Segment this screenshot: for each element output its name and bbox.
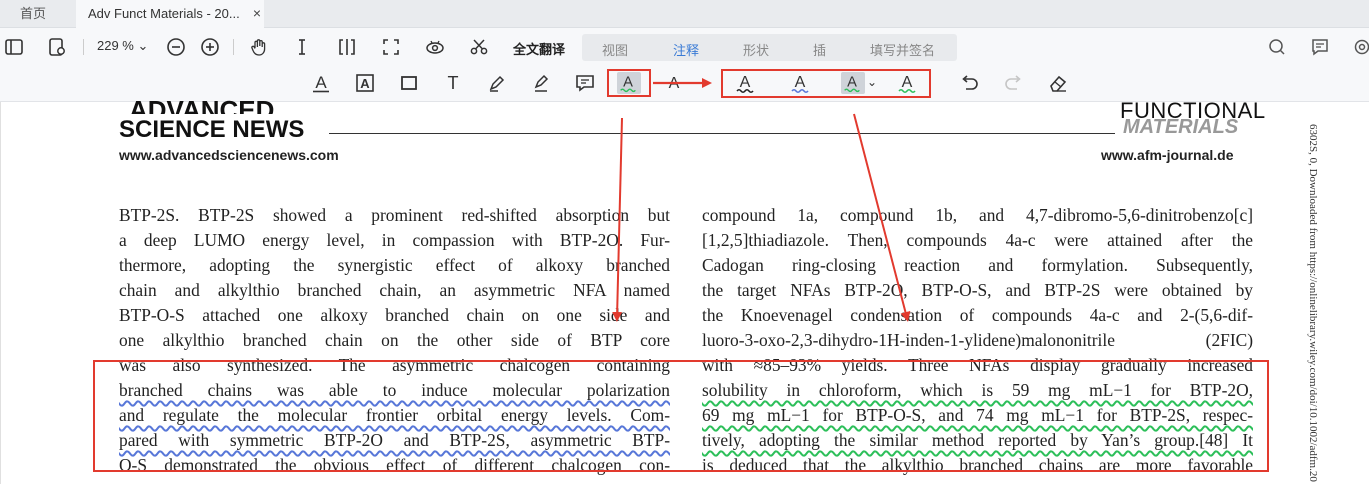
toolbar-divider xyxy=(83,39,84,55)
svg-text:T: T xyxy=(448,73,459,93)
tab-home[interactable]: 首页 xyxy=(0,0,76,28)
highlight-box-tool xyxy=(607,69,651,97)
note-icon[interactable] xyxy=(574,72,596,94)
pen-icon[interactable] xyxy=(486,72,508,94)
text-select-icon[interactable] xyxy=(292,37,312,57)
zoom-select[interactable]: 229 % ⌄ xyxy=(97,38,148,54)
eye-protect-icon[interactable] xyxy=(425,37,445,57)
tab-shape[interactable]: 形状 xyxy=(743,40,769,59)
mode-menu: 视图 注释 形状 插 填写并签名 xyxy=(582,34,957,61)
page-settings-icon[interactable] xyxy=(47,37,67,57)
tab-close-icon[interactable]: × xyxy=(250,0,264,28)
text-line: BTP-2S. BTP-2S showed a prominent red-sh… xyxy=(119,205,670,225)
zoom-out-icon[interactable] xyxy=(166,37,186,57)
text-line: the target NFAs BTP-2O, BTP-O-S, and BTP… xyxy=(702,280,1253,300)
text-line: compound 1a, compound 1b, and 4,7-dibrom… xyxy=(702,205,1253,225)
full-translate-button[interactable]: 全文翻译 xyxy=(513,39,565,58)
scissors-icon[interactable] xyxy=(469,37,489,57)
document-page: ADVANCED SCIENCE NEWS FUNCTIONAL MATERIA… xyxy=(0,96,1369,484)
journal-brand: SCIENCE NEWS xyxy=(119,116,305,143)
journal-url: www.afm-journal.de xyxy=(1101,147,1234,163)
settings-icon[interactable] xyxy=(1352,37,1369,57)
sidebar-toggle-icon[interactable] xyxy=(4,37,24,57)
zoom-value: 229 % xyxy=(97,38,134,53)
svg-text:A: A xyxy=(360,76,370,91)
highlight-box-styles xyxy=(721,69,931,98)
search-icon[interactable] xyxy=(1267,37,1287,57)
tab-document[interactable]: Adv Funct Materials - 20... xyxy=(76,0,264,28)
text-line: BTP-O-S attached one alkoxy branched cha… xyxy=(119,305,670,325)
fullscreen-icon[interactable] xyxy=(381,37,401,57)
tab-bar: 首页 Adv Funct Materials - 20... × xyxy=(0,0,1369,28)
text-line: Cadogan ring-closing reaction and formyl… xyxy=(702,255,1253,275)
tab-insert[interactable]: 插 xyxy=(813,40,826,59)
highlighter-icon[interactable] xyxy=(530,72,552,94)
split-view-icon[interactable] xyxy=(337,37,357,57)
text-line: the Knoevenagel condensation of compound… xyxy=(702,305,1253,325)
text-line: luoro-3-oxo-2,3-dihydro-1H-inden-1-ylide… xyxy=(702,330,1253,350)
highlight-box-text xyxy=(93,360,1269,472)
svg-text:A: A xyxy=(315,73,327,92)
main-toolbar: 229 % ⌄ 全文翻译 视图 注释 形状 插 填写并签名 xyxy=(0,28,1369,66)
text-tool-icon[interactable]: T xyxy=(442,72,464,94)
tab-annotate[interactable]: 注释 xyxy=(673,40,699,59)
toolbar-divider xyxy=(233,39,234,55)
download-watermark: 6302S, 0, Downloaded from https://online… xyxy=(1301,124,1341,484)
text-line: [1,2,5]thiadiazole. Then, compounds 4a-c… xyxy=(702,230,1253,250)
comment-panel-icon[interactable] xyxy=(1310,37,1330,57)
redo-icon[interactable] xyxy=(1003,72,1025,94)
text-line: thermore, adopting the synergistic effec… xyxy=(119,255,670,275)
tab-view[interactable]: 视图 xyxy=(602,40,628,59)
rectangle-icon[interactable] xyxy=(398,72,420,94)
hand-tool-icon[interactable] xyxy=(249,37,269,57)
journal-name: MATERIALS xyxy=(1123,116,1239,138)
text-area-icon[interactable]: A xyxy=(354,72,376,94)
undo-icon[interactable] xyxy=(958,72,980,94)
journal-brand-top: ADVANCED xyxy=(129,96,275,114)
text-line: chain and alkylthio branched chain, an a… xyxy=(119,280,670,300)
text-line: a deep LUMO energy level, in compassion … xyxy=(119,230,670,250)
publisher-url: www.advancedsciencenews.com xyxy=(119,147,339,163)
strikethrough-icon[interactable]: A xyxy=(663,72,685,94)
download-watermark-text: 6302S, 0, Downloaded from https://online… xyxy=(1307,124,1319,482)
chevron-down-icon: ⌄ xyxy=(137,38,149,53)
tab-fill-sign[interactable]: 填写并签名 xyxy=(870,40,935,59)
text-line: one alkylthio branched chain on the othe… xyxy=(119,330,670,350)
header-rule xyxy=(329,133,1115,134)
text-color-icon[interactable]: A xyxy=(310,72,332,94)
eraser-icon[interactable] xyxy=(1047,72,1069,94)
zoom-in-icon[interactable] xyxy=(200,37,220,57)
